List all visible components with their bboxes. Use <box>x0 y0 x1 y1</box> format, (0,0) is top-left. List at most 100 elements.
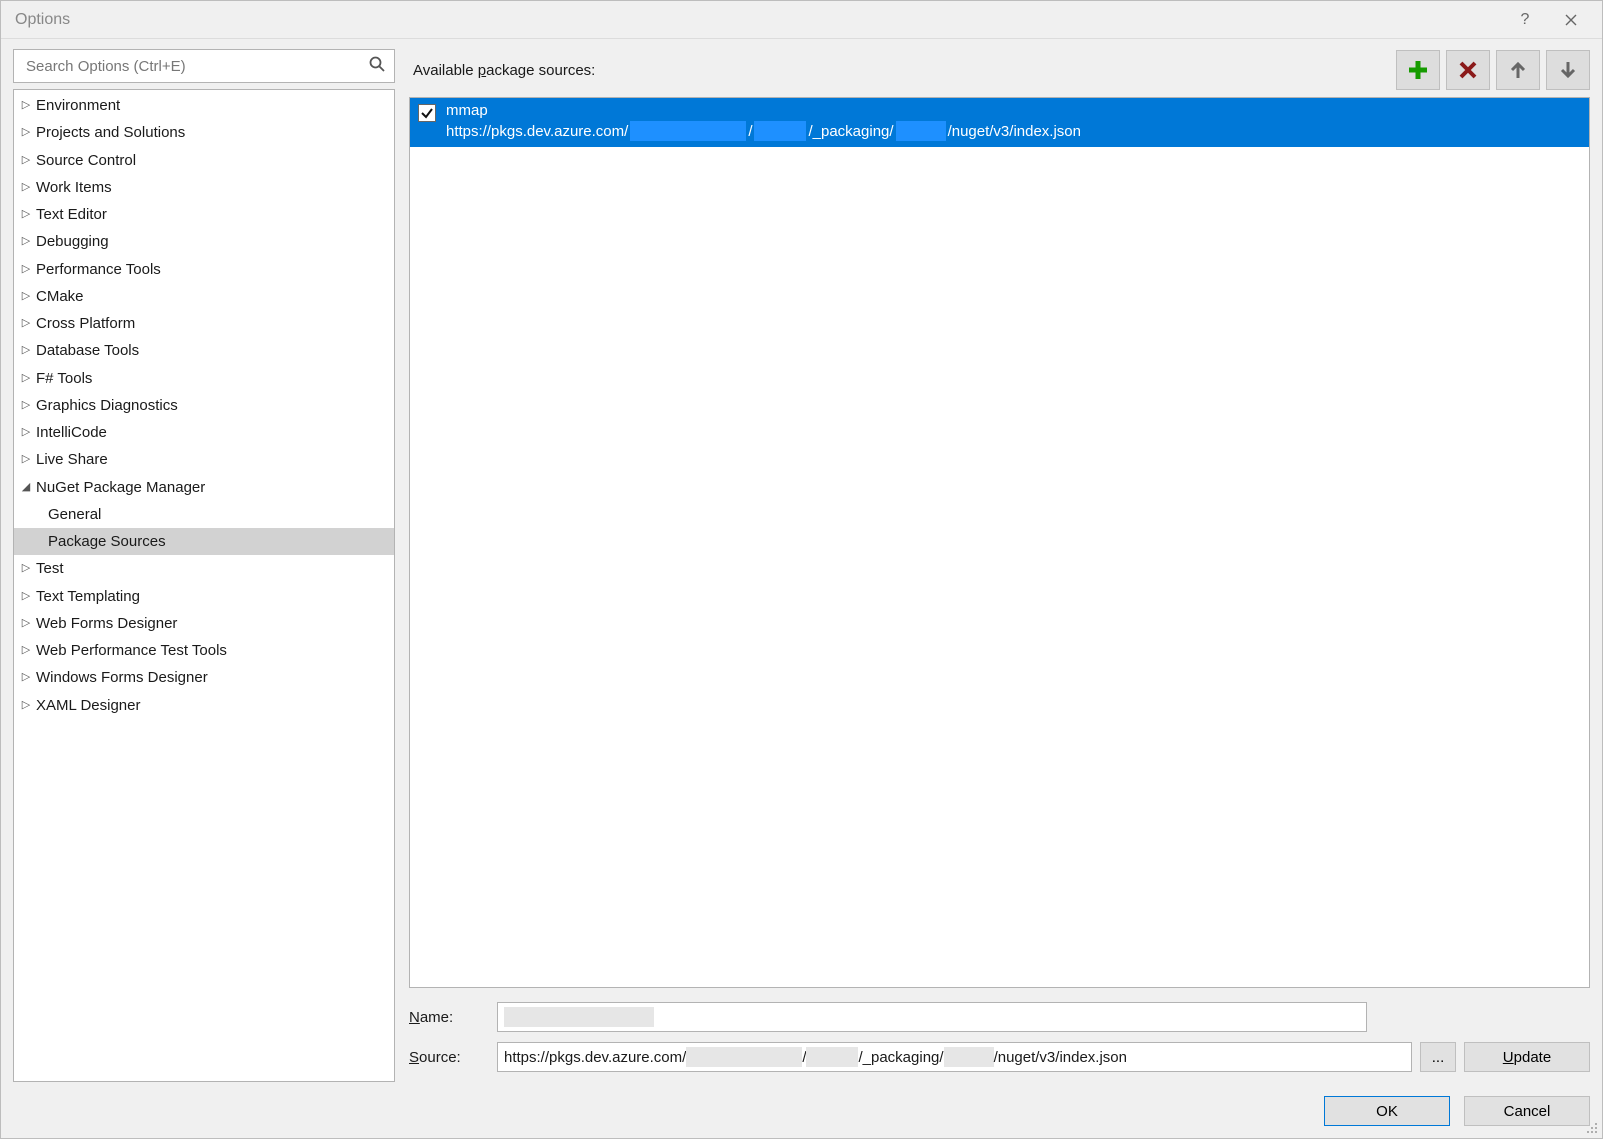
chevron-right-icon: ▷ <box>20 206 32 223</box>
chevron-right-icon: ▷ <box>20 342 32 359</box>
tree-item-label: XAML Designer <box>36 694 141 717</box>
add-source-button[interactable] <box>1396 50 1440 90</box>
help-button[interactable]: ? <box>1502 5 1548 35</box>
resize-grip[interactable] <box>1584 1120 1598 1134</box>
tree-item-database-tools[interactable]: ▷Database Tools <box>14 337 394 364</box>
remove-source-button[interactable] <box>1446 50 1490 90</box>
search-box[interactable] <box>13 49 395 83</box>
cancel-button[interactable]: Cancel <box>1464 1096 1590 1126</box>
tree-item-text-templating[interactable]: ▷Text Templating <box>14 583 394 610</box>
tree-item-performance-tools[interactable]: ▷Performance Tools <box>14 256 394 283</box>
tree-item-general[interactable]: General <box>14 501 394 528</box>
source-item[interactable]: mmap https://pkgs.dev.azure.com/ / /_pac… <box>410 98 1589 147</box>
tree-item-label: Web Forms Designer <box>36 612 177 635</box>
tree-item-f-tools[interactable]: ▷F# Tools <box>14 365 394 392</box>
tree-item-text-editor[interactable]: ▷Text Editor <box>14 201 394 228</box>
tree-item-environment[interactable]: ▷Environment <box>14 92 394 119</box>
edit-form: Name: Source: https://pkgs.dev.azure.com… <box>409 1002 1590 1082</box>
tree-item-label: Environment <box>36 94 120 117</box>
tree-item-nuget-package-manager[interactable]: ◢NuGet Package Manager <box>14 474 394 501</box>
source-checkbox[interactable] <box>418 104 436 122</box>
tree-item-label: F# Tools <box>36 367 92 390</box>
tree-item-label: General <box>48 503 101 526</box>
close-button[interactable] <box>1548 5 1594 35</box>
redaction <box>944 1047 994 1067</box>
window-title: Options <box>15 11 1502 29</box>
chevron-right-icon: ▷ <box>20 233 32 250</box>
chevron-right-icon: ▷ <box>20 261 32 278</box>
tree-item-label: Live Share <box>36 448 108 471</box>
tree-item-label: Database Tools <box>36 339 139 362</box>
chevron-right-icon: ▷ <box>20 588 32 605</box>
chevron-right-icon: ▷ <box>20 370 32 387</box>
dialog-footer: OK Cancel <box>13 1082 1590 1126</box>
tree-item-label: IntelliCode <box>36 421 107 444</box>
tree-item-source-control[interactable]: ▷Source Control <box>14 147 394 174</box>
tree-item-package-sources[interactable]: Package Sources <box>14 528 394 555</box>
move-up-button[interactable] <box>1496 50 1540 90</box>
name-label: Name: <box>409 1009 487 1026</box>
search-input[interactable] <box>24 57 368 76</box>
tree-item-cmake[interactable]: ▷CMake <box>14 283 394 310</box>
tree-item-graphics-diagnostics[interactable]: ▷Graphics Diagnostics <box>14 392 394 419</box>
chevron-right-icon: ▷ <box>20 697 32 714</box>
available-sources-label: Available package sources: <box>409 62 1396 79</box>
tree-item-label: NuGet Package Manager <box>36 476 205 499</box>
source-input[interactable]: https://pkgs.dev.azure.com/ / /_packagin… <box>497 1042 1412 1072</box>
sidebar: ▷Environment▷Projects and Solutions▷Sour… <box>13 49 395 1082</box>
source-label: Source: <box>409 1049 487 1066</box>
tree-item-label: Projects and Solutions <box>36 121 185 144</box>
tree-item-xaml-designer[interactable]: ▷XAML Designer <box>14 692 394 719</box>
x-icon <box>1458 60 1478 80</box>
sources-toolbar <box>1396 50 1590 90</box>
tree-item-label: Windows Forms Designer <box>36 666 208 689</box>
help-icon: ? <box>1521 11 1530 29</box>
tree-item-label: Cross Platform <box>36 312 135 335</box>
name-input[interactable] <box>497 1002 1367 1032</box>
plus-icon <box>1407 59 1429 81</box>
redaction <box>630 121 746 141</box>
options-tree[interactable]: ▷Environment▷Projects and Solutions▷Sour… <box>13 89 395 1082</box>
tree-item-label: Package Sources <box>48 530 166 553</box>
tree-item-label: Web Performance Test Tools <box>36 639 227 662</box>
update-button[interactable]: Update <box>1464 1042 1590 1072</box>
tree-item-label: Performance Tools <box>36 258 161 281</box>
sources-list[interactable]: mmap https://pkgs.dev.azure.com/ / /_pac… <box>409 97 1590 988</box>
tree-item-label: CMake <box>36 285 84 308</box>
tree-item-debugging[interactable]: ▷Debugging <box>14 228 394 255</box>
source-name: mmap <box>446 102 1081 119</box>
check-icon <box>420 106 434 120</box>
chevron-right-icon: ▷ <box>20 179 32 196</box>
search-icon <box>368 55 386 77</box>
tree-item-windows-forms-designer[interactable]: ▷Windows Forms Designer <box>14 664 394 691</box>
arrow-up-icon <box>1508 60 1528 80</box>
chevron-right-icon: ▷ <box>20 124 32 141</box>
redaction <box>896 121 946 141</box>
move-down-button[interactable] <box>1546 50 1590 90</box>
chevron-right-icon: ▷ <box>20 424 32 441</box>
ok-button[interactable]: OK <box>1324 1096 1450 1126</box>
arrow-down-icon <box>1558 60 1578 80</box>
tree-item-web-performance-test-tools[interactable]: ▷Web Performance Test Tools <box>14 637 394 664</box>
tree-item-work-items[interactable]: ▷Work Items <box>14 174 394 201</box>
tree-item-label: Work Items <box>36 176 112 199</box>
browse-button[interactable]: ... <box>1420 1042 1456 1072</box>
tree-item-test[interactable]: ▷Test <box>14 555 394 582</box>
tree-item-cross-platform[interactable]: ▷Cross Platform <box>14 310 394 337</box>
tree-item-live-share[interactable]: ▷Live Share <box>14 446 394 473</box>
chevron-right-icon: ▷ <box>20 451 32 468</box>
tree-item-web-forms-designer[interactable]: ▷Web Forms Designer <box>14 610 394 637</box>
chevron-down-icon: ◢ <box>20 479 32 496</box>
chevron-right-icon: ▷ <box>20 642 32 659</box>
content-pane: Available package sources: <box>409 49 1590 1082</box>
tree-item-projects-and-solutions[interactable]: ▷Projects and Solutions <box>14 119 394 146</box>
chevron-right-icon: ▷ <box>20 669 32 686</box>
tree-item-label: Debugging <box>36 230 109 253</box>
redaction <box>754 121 806 141</box>
tree-item-intellicode[interactable]: ▷IntelliCode <box>14 419 394 446</box>
chevron-right-icon: ▷ <box>20 397 32 414</box>
dialog-body: ▷Environment▷Projects and Solutions▷Sour… <box>1 39 1602 1138</box>
tree-item-label: Text Templating <box>36 585 140 608</box>
redaction <box>686 1047 802 1067</box>
redaction <box>504 1007 654 1027</box>
